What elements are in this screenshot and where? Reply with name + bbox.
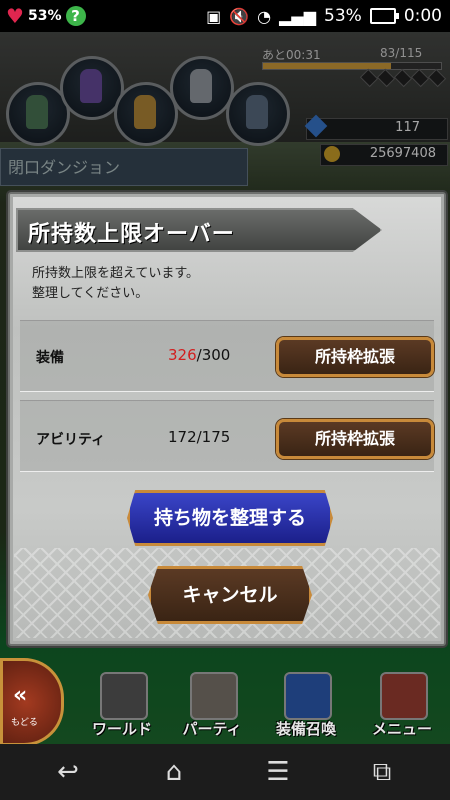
nav-summon-label: 装備召喚: [275, 720, 336, 738]
battery-percent: 53%: [324, 6, 362, 26]
cancel-button[interactable]: キャンセル: [148, 566, 312, 624]
nav-summon[interactable]: 装備召喚: [266, 668, 346, 740]
vr-icon: ▣: [206, 6, 222, 26]
nav-party-label: パーティ: [182, 720, 242, 738]
left-battery-percent: 53%: [28, 8, 62, 24]
mute-icon: 🔇: [229, 6, 250, 26]
expand-ability-slots-button[interactable]: 所持枠拡張: [276, 419, 434, 459]
home-icon[interactable]: ⌂: [156, 754, 192, 790]
equipment-row: 装備 326/300 所持枠拡張: [20, 320, 434, 392]
game-nav-bar: « もどる ワールド パーティ 装備召喚 メニュー: [0, 652, 450, 744]
ability-count: 172/175: [168, 428, 230, 446]
game-screen: あと00:31 83/115 117 25697408 閉口ダンジョン 所持数上…: [0, 32, 450, 744]
nav-party[interactable]: パーティ: [172, 668, 252, 740]
nav-world[interactable]: ワールド: [82, 668, 162, 740]
equipment-count-over: 326: [168, 346, 197, 364]
wifi-icon: ◔: [257, 6, 272, 26]
help-app-icon: ?: [65, 6, 86, 26]
ability-row: アビリティ 172/175 所持枠拡張: [20, 400, 434, 472]
ability-count-value: 172/175: [168, 428, 231, 446]
nav-menu-label: メニュー: [371, 720, 432, 738]
heart-battery-icon: ♥: [6, 4, 24, 28]
castle-icon: [100, 672, 148, 720]
nav-world-label: ワールド: [91, 720, 152, 738]
inventory-limit-dialog: 所持数上限オーバー 所持数上限を超えています。 整理してください。 装備 326…: [8, 192, 446, 646]
summon-chest-icon: [284, 672, 332, 720]
clock: 0:00: [403, 6, 442, 26]
status-left: ♥ 53% ?: [6, 4, 86, 28]
status-right: ▣ 🔇 ◔ ▂▄▆ 53% 0:00: [206, 4, 442, 28]
nav-menu[interactable]: メニュー: [362, 668, 442, 740]
game-back-label: もどる: [11, 718, 38, 728]
back-icon[interactable]: ↩: [50, 754, 86, 790]
signal-icon: ▂▄▆: [279, 6, 317, 26]
dialog-message: 所持数上限を超えています。 整理してください。: [32, 264, 412, 304]
dialog-message-line1: 所持数上限を超えています。: [32, 266, 200, 281]
menu-icon[interactable]: ☰: [260, 754, 296, 790]
organize-items-button[interactable]: 持ち物を整理する: [127, 490, 333, 546]
dialog-message-line2: 整理してください。: [32, 286, 149, 301]
equipment-count-max: /300: [196, 346, 231, 364]
battery-icon: [369, 8, 399, 24]
equipment-count: 326/300: [168, 346, 230, 364]
dialog-title: 所持数上限オーバー: [28, 222, 235, 247]
book-icon: [380, 672, 428, 720]
ability-label: アビリティ: [36, 432, 106, 448]
android-nav-bar: ↩ ⌂ ☰ ⧉: [0, 744, 450, 800]
game-back-button[interactable]: « もどる: [0, 658, 64, 744]
chess-pieces-icon: [190, 672, 238, 720]
status-bar: ♥ 53% ? ▣ 🔇 ◔ ▂▄▆ 53% 0:00: [0, 0, 450, 32]
equipment-label: 装備: [36, 350, 64, 366]
expand-equipment-slots-button[interactable]: 所持枠拡張: [276, 337, 434, 377]
recents-icon[interactable]: ⧉: [364, 754, 400, 790]
double-chevron-left-icon: «: [13, 683, 28, 708]
